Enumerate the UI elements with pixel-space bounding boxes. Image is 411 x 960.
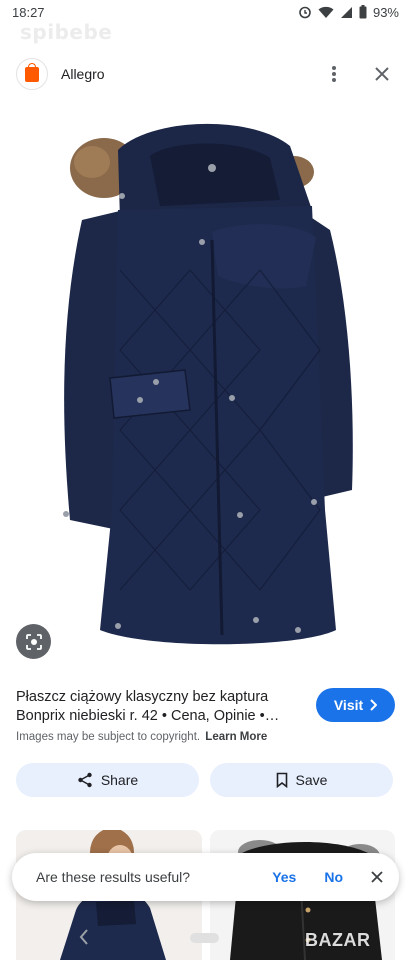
share-button[interactable]: Share — [16, 763, 199, 797]
share-label: Share — [100, 772, 139, 788]
share-icon — [78, 772, 92, 788]
feedback-yes-button[interactable]: Yes — [272, 869, 296, 885]
save-label: Save — [295, 772, 328, 788]
feedback-question: Are these results useful? — [36, 869, 191, 885]
watermark-bottom: BAZAR — [305, 930, 371, 950]
coat-illustration — [63, 123, 353, 645]
home-pill[interactable] — [190, 933, 219, 943]
watermark-top: spibebe — [20, 20, 113, 44]
signal-icon — [340, 6, 352, 18]
system-nav-bar: BAZAR — [0, 918, 411, 960]
feedback-prompt: Are these results useful? Yes No — [12, 853, 399, 901]
product-image[interactable] — [0, 110, 411, 670]
visit-label: Visit — [333, 697, 364, 713]
battery-icon — [359, 5, 367, 19]
result-header: Allegro — [0, 52, 411, 96]
status-icons: 93% — [298, 5, 399, 20]
visit-button[interactable]: Visit — [316, 688, 395, 722]
bookmark-icon — [276, 772, 287, 788]
copyright-notice: Images may be subject to copyright. Lear… — [16, 731, 267, 743]
status-time: 18:27 — [12, 4, 45, 20]
allegro-bag-icon — [16, 58, 48, 90]
close-icon[interactable] — [371, 871, 383, 883]
result-info: Płaszcz ciążowy klasyczny bez kaptura Bo… — [16, 688, 306, 726]
lens-icon[interactable] — [16, 624, 51, 659]
feedback-no-button[interactable]: No — [324, 869, 343, 885]
copyright-text: Images may be subject to copyright. — [16, 731, 201, 743]
save-button[interactable]: Save — [210, 763, 393, 797]
back-icon[interactable] — [78, 928, 90, 951]
wifi-icon — [318, 6, 334, 18]
result-title[interactable]: Płaszcz ciążowy klasyczny bez kaptura Bo… — [16, 688, 306, 726]
close-icon[interactable] — [369, 61, 395, 87]
alarm-icon — [299, 6, 311, 19]
battery-level: 93% — [372, 4, 399, 20]
header-actions — [321, 61, 395, 87]
learn-more-link[interactable]: Learn More — [205, 731, 267, 743]
more-vert-icon[interactable] — [321, 61, 347, 87]
chevron-right-icon — [370, 699, 378, 711]
site-name: Allegro — [61, 66, 105, 82]
